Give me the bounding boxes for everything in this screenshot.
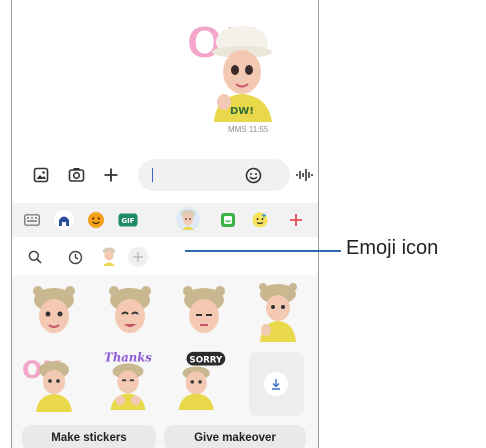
- shirt-text: DW!: [230, 106, 254, 117]
- download-icon[interactable]: [264, 372, 288, 396]
- sticker-icon[interactable]: [218, 210, 238, 230]
- emoji-icon[interactable]: [244, 166, 262, 184]
- sticker-item[interactable]: [100, 282, 160, 342]
- gif-label: GIF: [121, 217, 134, 225]
- search-icon[interactable]: [26, 248, 44, 266]
- gallery-icon[interactable]: [32, 166, 50, 184]
- sticker-item[interactable]: [248, 282, 308, 342]
- text-cursor: [152, 168, 154, 182]
- sticker-caption: Thanks: [104, 351, 152, 365]
- sticker-item[interactable]: OK: [22, 352, 82, 412]
- sticker-item[interactable]: [24, 282, 84, 342]
- sticker-caption: SORRY: [189, 356, 223, 366]
- give-makeover-button[interactable]: Give makeover: [164, 425, 306, 448]
- callout-label: Emoji icon: [346, 237, 439, 259]
- ar-emoji-tab[interactable]: [100, 247, 118, 266]
- plus-icon[interactable]: [286, 210, 306, 230]
- sticker-item[interactable]: [174, 282, 234, 342]
- make-stickers-button[interactable]: Make stickers: [22, 425, 156, 448]
- voice-record-icon[interactable]: [295, 166, 313, 184]
- keyboard-toolbar: GIF: [12, 203, 318, 237]
- callout-line: [185, 250, 341, 252]
- sticker-message[interactable]: OK DW!: [184, 10, 304, 122]
- keyboard-icon[interactable]: [22, 210, 42, 230]
- home-icon[interactable]: [54, 210, 74, 230]
- sticker-tab-bar: [12, 242, 318, 272]
- gif-icon[interactable]: GIF: [118, 210, 138, 230]
- bitmoji-icon[interactable]: [250, 210, 270, 230]
- plus-icon[interactable]: [102, 166, 120, 184]
- ar-emoji-icon[interactable]: [176, 207, 200, 231]
- add-icon[interactable]: [128, 247, 148, 267]
- message-input[interactable]: [138, 159, 290, 191]
- sticker-item[interactable]: SORRY: [172, 350, 232, 410]
- message-timestamp: MMS 11:55: [228, 125, 269, 134]
- emoji-icon[interactable]: [86, 210, 106, 230]
- sticker-item[interactable]: Thanks: [98, 350, 158, 410]
- phone-screen: OK DW! MMS 11:55: [11, 0, 319, 448]
- download-more-tile[interactable]: [249, 352, 304, 416]
- camera-icon[interactable]: [67, 166, 85, 184]
- recent-icon[interactable]: [66, 248, 84, 266]
